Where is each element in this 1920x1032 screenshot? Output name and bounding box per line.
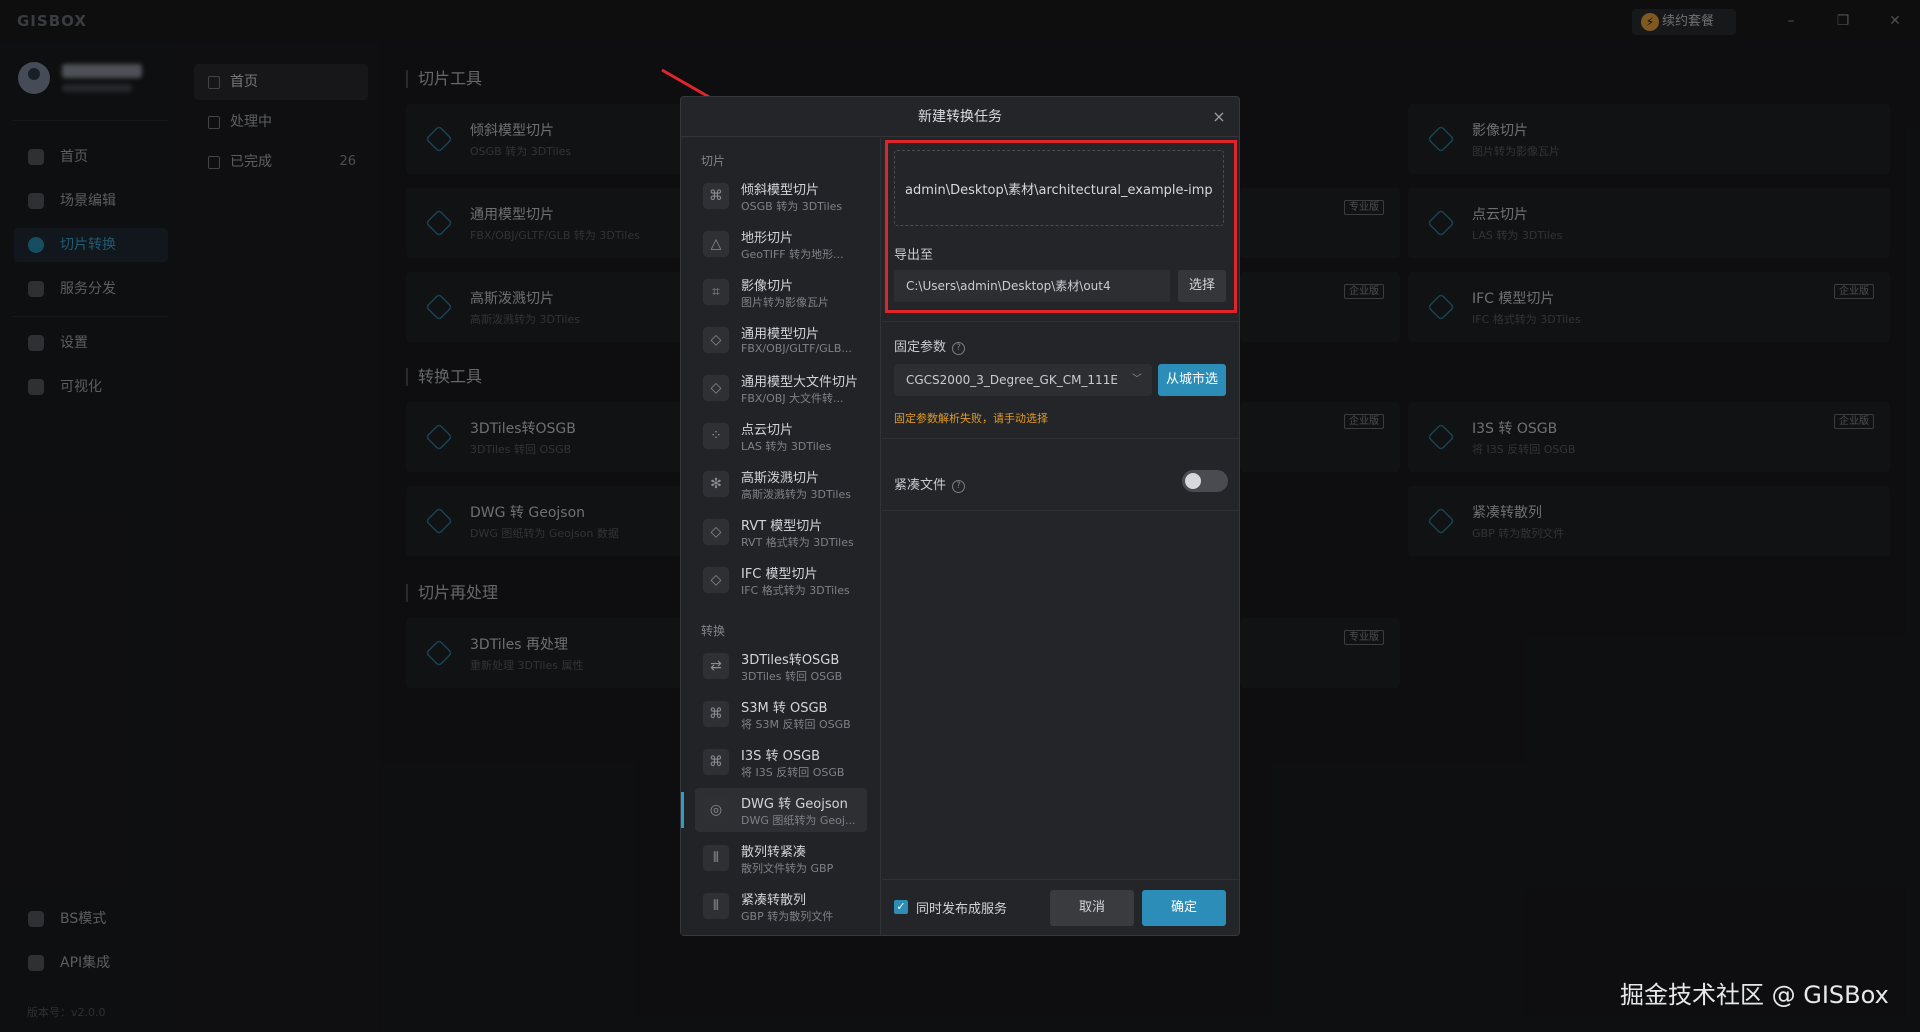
dialog-title: 新建转换任务 [918,109,1002,125]
help-icon[interactable]: ? [952,480,966,493]
tool-list: 切片 ⌘ 倾斜模型切片 OSGB 转为 3DTiles △ 地形切片 GeoTIFF 转… [681,138,881,935]
compact-file-toggle[interactable] [1182,470,1228,492]
tool-subtitle: OSGB 转为 3DTiles [741,200,843,213]
image-tile-icon: ⌗ [703,279,729,305]
new-task-dialog: 新建转换任务 × 切片 ⌘ 倾斜模型切片 OSGB 转为 3DTiles △ 地形切片… [680,96,1240,936]
tool-title: 紧凑转散列 [741,893,807,908]
tool-subtitle: FBX/OBJ/GLTF/GLB... [741,342,852,355]
tool-item[interactable]: ⇄ 3DTiles转OSGB 3DTiles 转回 OSGB [695,644,867,688]
cube-icon: ◇ [703,375,729,401]
highlight-box [885,140,1237,313]
fixed-params-label: 固定参数? [894,336,966,355]
confirm-button[interactable]: 确定 [1142,890,1226,926]
tool-title: 点云切片 [741,423,794,438]
tool-title: 3DTiles转OSGB [741,653,840,668]
tool-title: I3S 转 OSGB [741,749,821,764]
tiles-convert-icon: ⇄ [703,653,729,679]
cancel-button[interactable]: 取消 [1050,890,1134,926]
tool-title: IFC 模型切片 [741,567,818,582]
dialog-footer: ✓ 同时发布成服务 取消 确定 [882,879,1239,935]
tool-title: 高斯泼溅切片 [741,471,820,486]
crs-value: CGCS2000_3_Degree_GK_CM_111E [906,373,1118,387]
tool-title: 通用模型切片 [741,327,820,342]
tool-item[interactable]: △ 地形切片 GeoTIFF 转为地形... [695,222,867,266]
select-from-city-button[interactable]: 从城市选 [1158,364,1226,396]
dwg-icon: ◎ [703,797,729,823]
cube-icon: ◇ [703,327,729,353]
tool-title: 地形切片 [741,231,794,246]
tool-subtitle: 3DTiles 转回 OSGB [741,670,843,683]
compact-file-label: 紧凑文件? [894,474,966,493]
tool-subtitle: GBP 转为散列文件 [741,910,834,923]
tool-subtitle: 图片转为影像瓦片 [741,296,829,309]
tool-item-selected[interactable]: ◎ DWG 转 Geojson DWG 图纸转为 Geoj... [681,788,867,832]
rvt-model-icon: ◇ [703,519,729,545]
tool-subtitle: 将 I3S 反转回 OSGB [741,766,845,779]
tool-subtitle: 高斯泼溅转为 3DTiles [741,488,851,501]
divider [882,510,1239,511]
compact-file-text: 紧凑文件 [894,478,947,493]
tool-item[interactable]: ⌘ I3S 转 OSGB 将 I3S 反转回 OSGB [695,740,867,784]
tool-subtitle: RVT 格式转为 3DTiles [741,536,854,549]
tool-subtitle: FBX/OBJ 大文件转... [741,392,844,405]
gaussian-icon: ✻ [703,471,729,497]
group-label: 切片 [701,154,726,168]
tool-title: DWG 转 Geojson [741,797,848,812]
fixed-params-text: 固定参数 [894,340,947,355]
tool-title: 倾斜模型切片 [741,183,820,198]
oblique-model-icon: ⌘ [703,183,729,209]
chevron-down-icon: ﹀ [1132,374,1142,385]
crs-select[interactable]: CGCS2000_3_Degree_GK_CM_111E ﹀ [894,364,1152,396]
group-label: 转换 [701,624,726,638]
close-icon[interactable]: × [1209,97,1229,137]
tool-title: 散列转紧凑 [741,845,807,860]
help-icon[interactable]: ? [952,342,966,355]
tool-subtitle: LAS 转为 3DTiles [741,440,832,453]
divider [882,321,1239,322]
task-form: admin\Desktop\素材\architectural_example-i… [882,138,1239,935]
ifc-model-icon: ◇ [703,567,729,593]
tool-item[interactable]: ◇ IFC 模型切片 IFC 格式转为 3DTiles [695,558,867,602]
hash-to-compact-icon: ⦀ [703,845,729,871]
tool-item[interactable]: ⦀ 散列转紧凑散列文件转为 GBP [695,836,867,880]
tool-subtitle: GeoTIFF 转为地形... [741,248,844,261]
app-window: GISBOX ⚡ 续约套餐 – ❐ ✕ 首页 场景编辑 切片转换 服务分发 设置… [0,0,1920,1032]
tool-title: 通用模型大文件切片 [741,375,859,390]
terrain-icon: △ [703,231,729,257]
compact-to-hash-icon: ⦀ [703,893,729,919]
tool-item[interactable]: ◇ RVT 模型切片 RVT 格式转为 3DTiles [695,510,867,554]
i3s-icon: ⌘ [703,749,729,775]
tool-item[interactable]: ◇ 通用模型大文件切片 FBX/OBJ 大文件转... [695,366,867,410]
divider [882,438,1239,439]
tool-item[interactable]: ⌗ 影像切片图片转为影像瓦片 [695,270,867,314]
tool-item[interactable]: ⌘ S3M 转 OSGB 将 S3M 反转回 OSGB [695,692,867,736]
tool-item[interactable]: ⌘ 倾斜模型切片 OSGB 转为 3DTiles [695,174,867,218]
tool-subtitle: 散列文件转为 GBP [741,862,834,875]
point-cloud-icon: ⁘ [703,423,729,449]
tool-item[interactable]: ◇ 通用模型切片 FBX/OBJ/GLTF/GLB... [695,318,867,362]
tool-title: 影像切片 [741,279,794,294]
tool-subtitle: IFC 格式转为 3DTiles [741,584,850,597]
params-warning: 固定参数解析失败，请手动选择 [894,412,1048,425]
publish-service-label: 同时发布成服务 [916,902,1008,917]
dialog-header: 新建转换任务 × [681,97,1239,137]
tool-subtitle: DWG 图纸转为 Geoj... [741,814,856,827]
watermark: 掘金技术社区 @ GISBox [1620,981,1889,1009]
tool-title: RVT 模型切片 [741,519,823,534]
tool-subtitle: 将 S3M 反转回 OSGB [741,718,851,731]
tool-title: S3M 转 OSGB [741,701,828,716]
s3m-icon: ⌘ [703,701,729,727]
publish-service-checkbox[interactable]: ✓ [894,900,908,914]
tool-item[interactable]: ⦀ 紧凑转散列 GBP 转为散列文件 [695,884,867,928]
tool-item[interactable]: ✻ 高斯泼溅切片高斯泼溅转为 3DTiles [695,462,867,506]
tool-item[interactable]: ⁘ 点云切片 LAS 转为 3DTiles [695,414,867,458]
